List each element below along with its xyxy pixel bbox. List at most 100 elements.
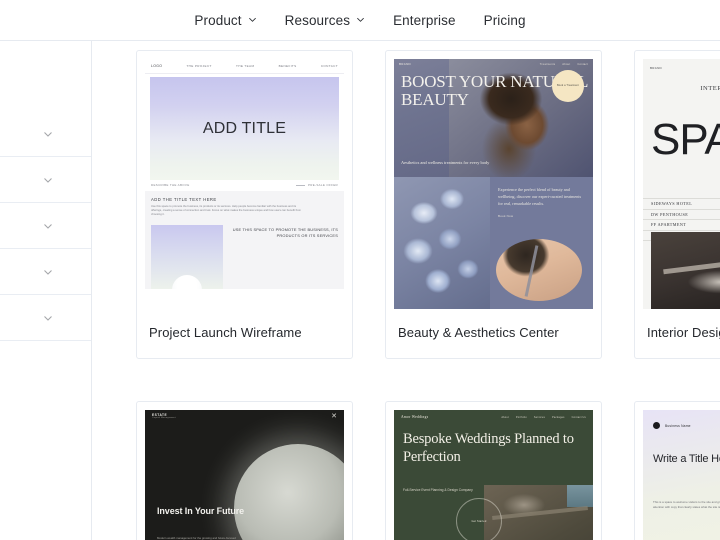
preview-nav-item: Portfolio — [515, 415, 527, 419]
bar-shape — [663, 254, 720, 275]
template-card[interactable]: BRAND Treatments About Contact BOOST YOU… — [385, 50, 602, 359]
template-thumbnail[interactable]: BRAND INTERIOR DESIGN FIRM SPA SIDEWAYS … — [643, 59, 720, 309]
preview-nav-item: Treatments — [539, 62, 556, 66]
list-item: DW PENTHOUSE — [643, 208, 720, 220]
template-title: Project Launch Wireframe — [149, 325, 302, 340]
preview-caption-right: PRE-SALE OFFER — [307, 183, 338, 187]
wireframe-preview: LOGO THE PROJECT THE TEAM BENEFITS CONTA… — [145, 59, 344, 289]
template-thumbnail[interactable]: BRAND Treatments About Contact BOOST YOU… — [394, 59, 593, 309]
logo-dot-icon — [653, 422, 660, 429]
preview-tagline: Full-Service Event Planning & Design Com… — [403, 488, 473, 492]
chevron-down-icon — [248, 15, 257, 24]
chevron-down-icon[interactable] — [43, 221, 53, 231]
list-item: SIDEWAYS HOTEL — [643, 198, 720, 209]
chevron-down-icon[interactable] — [43, 129, 53, 139]
preview-nav-item: Packages — [552, 415, 565, 419]
preview-hero-title: Bespoke Weddings Planned to Perfection — [403, 431, 574, 465]
interior-preview: BRAND INTERIOR DESIGN FIRM SPA SIDEWAYS … — [643, 59, 720, 309]
chevron-down-icon[interactable] — [43, 267, 53, 277]
preview-link: Book Now — [498, 214, 514, 219]
preview-nav-links: About Portfolio Services Packages Contac… — [501, 416, 586, 419]
filter-accordion-2[interactable] — [0, 157, 91, 203]
preview-logo: Amor Weddings — [401, 415, 429, 419]
nav-item-pricing[interactable]: Pricing — [484, 13, 526, 28]
strap-shape — [524, 245, 539, 297]
preview-split: USE THIS SPACE TO PROMOTE THE BUSINESS, … — [151, 224, 338, 289]
preview-kicker: INTERIOR DESIGN FIRM — [700, 85, 720, 92]
preview-hero-title: SPA — [651, 115, 720, 164]
preview-nav-item: THE PROJECT — [186, 64, 212, 68]
preview-promo-text: USE THIS SPACE TO PROMOTE THE BUSINESS, … — [232, 226, 338, 238]
chevron-down-icon — [356, 15, 365, 24]
preview-nav: BRAND Treatments About Contact — [394, 59, 593, 69]
template-card[interactable]: BRAND INTERIOR DESIGN FIRM SPA SIDEWAYS … — [634, 50, 720, 359]
template-card[interactable]: Amor Weddings About Portfolio Services P… — [385, 401, 602, 540]
template-grid-area: LOGO THE PROJECT THE TEAM BENEFITS CONTA… — [93, 41, 720, 540]
preview-nav-item: About — [562, 62, 571, 66]
nav-item-enterprise[interactable]: Enterprise — [393, 13, 456, 28]
filter-accordion-5[interactable] — [0, 295, 91, 341]
preview-brand-name: Business Name — [665, 423, 691, 428]
divider — [295, 184, 305, 186]
invest-preview: ESTATE Capital Management ✕ Invest In Yo… — [145, 410, 344, 540]
preview-nav: LOGO THE PROJECT THE TEAM BENEFITS CONTA… — [145, 59, 344, 74]
preview-logo: Business Name — [653, 422, 691, 429]
chevron-down-icon[interactable] — [43, 313, 53, 323]
nav-item-label: Enterprise — [393, 12, 456, 28]
filter-accordion-3[interactable] — [0, 203, 91, 249]
preview-logo: BRAND — [650, 66, 663, 70]
template-thumbnail[interactable]: ESTATE Capital Management ✕ Invest In Yo… — [145, 410, 344, 540]
beauty-preview: BRAND Treatments About Contact BOOST YOU… — [394, 59, 593, 309]
preview-hero-title: Write a Title Here. Add and Edit Text — [653, 453, 720, 465]
preview-nav-item: Contact — [577, 62, 588, 66]
preview-logo: LOGO — [151, 64, 163, 68]
preview-body-text: Experience the perfect blend of beauty a… — [498, 187, 582, 206]
preview-nav: ESTATE Capital Management ✕ — [145, 410, 344, 423]
preview-lower: Experience the perfect blend of beauty a… — [394, 177, 593, 309]
template-card[interactable]: ESTATE Capital Management ✕ Invest In Yo… — [136, 401, 353, 540]
preview-body-text: Modern wealth management for the growing… — [157, 536, 236, 540]
preview-body-text: This is a space to welcome visitors to t… — [653, 500, 720, 509]
preview-caption-row: DESCRIBE THE ABOVE PRE-SALE OFFER — [145, 180, 344, 187]
water-shape — [567, 485, 593, 507]
preview-body-section: ADD THE TITLE TEXT HERE Use this space t… — [145, 191, 344, 289]
close-icon[interactable]: ✕ — [331, 413, 337, 420]
planet-shape — [234, 444, 344, 540]
preview-nav-item: CONTACT — [320, 64, 338, 68]
preview-circle-label: Get Started — [471, 519, 487, 523]
preview-circle-button: Get Started — [456, 498, 502, 540]
preview-badge-label: Book a Treatment — [556, 84, 580, 88]
path-shape — [492, 505, 588, 521]
preview-caption-right-wrap: PRE-SALE OFFER — [295, 183, 338, 187]
template-card[interactable]: Business Name Write a Title Here. Add an… — [634, 401, 720, 540]
preview-tagline: Aesthetics and wellness treatments for e… — [401, 160, 490, 166]
preview-section-heading: ADD THE TITLE TEXT HERE — [151, 197, 217, 202]
template-card[interactable]: LOGO THE PROJECT THE TEAM BENEFITS CONTA… — [136, 50, 353, 359]
filter-sidebar — [0, 41, 92, 540]
preview-logo: BRAND — [399, 62, 412, 66]
nav-item-resources[interactable]: Resources — [285, 13, 365, 28]
template-grid: LOGO THE PROJECT THE TEAM BENEFITS CONTA… — [136, 50, 720, 540]
preview-hero: ADD TITLE — [150, 77, 339, 180]
template-title: Beauty & Aesthetics Center — [398, 325, 559, 340]
circle-shape — [172, 274, 202, 289]
preview-nav-item: THE TEAM — [236, 64, 255, 68]
preview-body-text: Use this space to promote the business, … — [151, 205, 301, 217]
chevron-down-icon[interactable] — [43, 175, 53, 185]
template-thumbnail[interactable]: LOGO THE PROJECT THE TEAM BENEFITS CONTA… — [145, 59, 344, 309]
preview-nav-links: Treatments About Contact — [540, 63, 588, 66]
write-title-preview: Business Name Write a Title Here. Add an… — [643, 410, 720, 540]
preview-hero: BRAND Treatments About Contact BOOST YOU… — [394, 59, 593, 177]
preview-nav-item: Services — [533, 415, 546, 419]
preview-flower-image — [394, 177, 490, 309]
template-thumbnail[interactable]: Amor Weddings About Portfolio Services P… — [394, 410, 593, 540]
preview-nav-item: Contact Us — [571, 415, 586, 419]
preview-caption-left: DESCRIBE THE ABOVE — [151, 183, 190, 187]
filter-accordion-4[interactable] — [0, 249, 91, 295]
preview-image-placeholder — [151, 224, 223, 289]
template-thumbnail[interactable]: Business Name Write a Title Here. Add an… — [643, 410, 720, 540]
list-item: FF APARTMENT — [643, 219, 720, 230]
nav-item-product[interactable]: Product — [194, 13, 256, 28]
filter-accordion-1[interactable] — [0, 111, 91, 157]
preview-hero — [643, 410, 720, 540]
